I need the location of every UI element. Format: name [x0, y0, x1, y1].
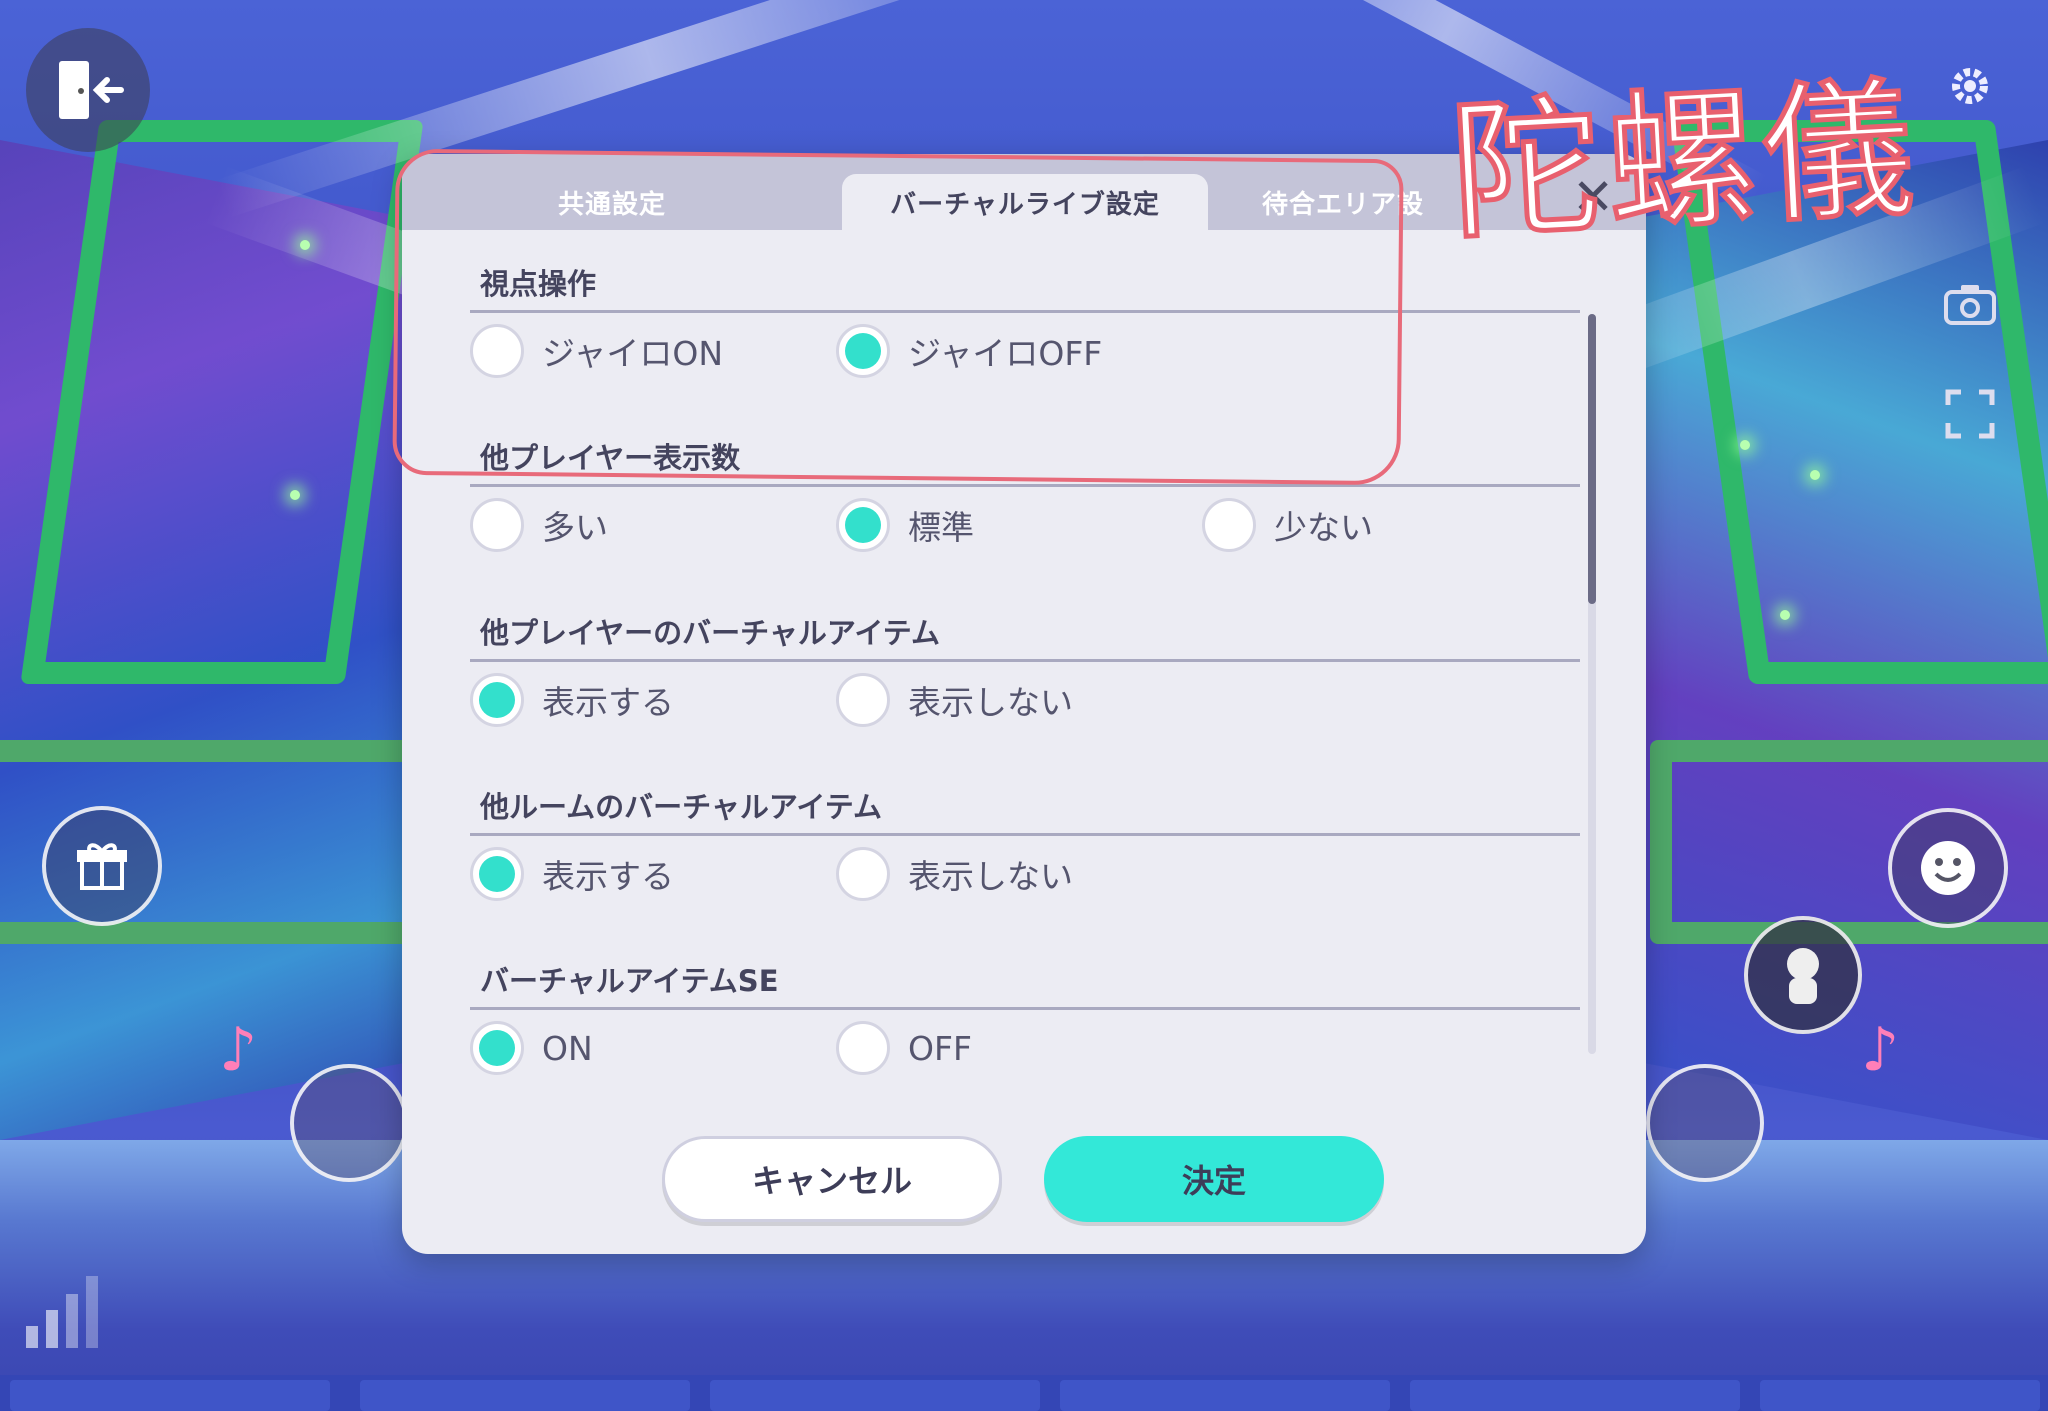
radio-button[interactable] — [1202, 498, 1256, 552]
radio-button[interactable] — [836, 1021, 890, 1075]
divider — [470, 659, 1580, 662]
radio-button[interactable] — [836, 847, 890, 901]
option-many[interactable]: 多い — [470, 498, 608, 552]
scrollbar[interactable] — [1588, 314, 1596, 1054]
fullscreen-icon[interactable] — [1940, 384, 2000, 444]
divider — [470, 833, 1580, 836]
section-item-se: バーチャルアイテムSE ON OFF — [470, 957, 1580, 1075]
divider — [470, 1007, 1580, 1010]
scrollbar-thumb[interactable] — [1588, 314, 1596, 604]
radio-button-selected[interactable] — [470, 673, 524, 727]
option-hide[interactable]: 表示しない — [836, 673, 1073, 727]
annotation-highlight-box — [392, 148, 1404, 486]
exit-button[interactable] — [26, 28, 150, 152]
annotation-handwritten-text: 陀螺儀 — [1444, 60, 1925, 263]
option-label: 表示する — [542, 683, 674, 722]
camera-icon[interactable] — [1940, 274, 2000, 334]
character-pose-icon — [1787, 948, 1819, 1004]
floor-tile — [1410, 1380, 1740, 1411]
option-label: 標準 — [908, 508, 974, 547]
sparkle — [300, 240, 310, 250]
section-title: 他プレイヤーのバーチャルアイテム — [480, 616, 940, 650]
sparkle — [1740, 440, 1750, 450]
radio-button-selected[interactable] — [836, 498, 890, 552]
floor-tile — [360, 1380, 690, 1411]
gift-button[interactable] — [42, 806, 162, 926]
radio-button-selected[interactable] — [470, 1021, 524, 1075]
option-show[interactable]: 表示する — [470, 673, 674, 727]
option-standard[interactable]: 標準 — [836, 498, 974, 552]
option-label: 多い — [542, 508, 608, 547]
option-show[interactable]: 表示する — [470, 847, 674, 901]
light-stick-button[interactable] — [290, 1064, 408, 1182]
exit-door-icon — [59, 61, 124, 119]
music-note-icon: ♪ — [218, 1015, 258, 1085]
floor-tile — [10, 1380, 330, 1411]
floor-tile — [1760, 1380, 2040, 1411]
gear-icon[interactable] — [1940, 56, 2000, 116]
divider — [470, 484, 1580, 487]
option-label: 表示する — [542, 857, 674, 896]
light-stick-button-right[interactable] — [1646, 1064, 1764, 1182]
cancel-button[interactable]: キャンセル — [662, 1136, 1002, 1222]
option-label: 表示しない — [908, 857, 1073, 896]
signal-strength-icon — [26, 1276, 98, 1348]
radio-button-selected[interactable] — [470, 847, 524, 901]
music-note-icon: ♪ — [1860, 1015, 1900, 1085]
sparkle — [1780, 610, 1790, 620]
section-other-room-items: 他ルームのバーチャルアイテム 表示する 表示しない — [470, 783, 1580, 901]
floor-tile — [710, 1380, 1040, 1411]
emote-button[interactable] — [1888, 808, 2008, 928]
option-label: 少ない — [1274, 508, 1373, 547]
sparkle — [290, 490, 300, 500]
option-label: ON — [542, 1028, 593, 1068]
pose-button[interactable] — [1744, 916, 1862, 1034]
section-other-player-items: 他プレイヤーのバーチャルアイテム 表示する 表示しない — [470, 609, 1580, 727]
option-on[interactable]: ON — [470, 1021, 593, 1075]
radio-button[interactable] — [836, 673, 890, 727]
section-title: バーチャルアイテムSE — [480, 964, 779, 998]
confirm-button[interactable]: 決定 — [1044, 1136, 1384, 1222]
option-label: 表示しない — [908, 683, 1073, 722]
gift-icon — [77, 843, 127, 890]
sparkle — [1810, 470, 1820, 480]
option-hide[interactable]: 表示しない — [836, 847, 1073, 901]
option-off[interactable]: OFF — [836, 1021, 972, 1075]
option-label: OFF — [908, 1028, 972, 1068]
floor-tile — [1060, 1380, 1390, 1411]
option-few[interactable]: 少ない — [1202, 498, 1373, 552]
smile-icon — [1921, 841, 1975, 895]
radio-button[interactable] — [470, 498, 524, 552]
section-title: 他ルームのバーチャルアイテム — [480, 790, 882, 824]
